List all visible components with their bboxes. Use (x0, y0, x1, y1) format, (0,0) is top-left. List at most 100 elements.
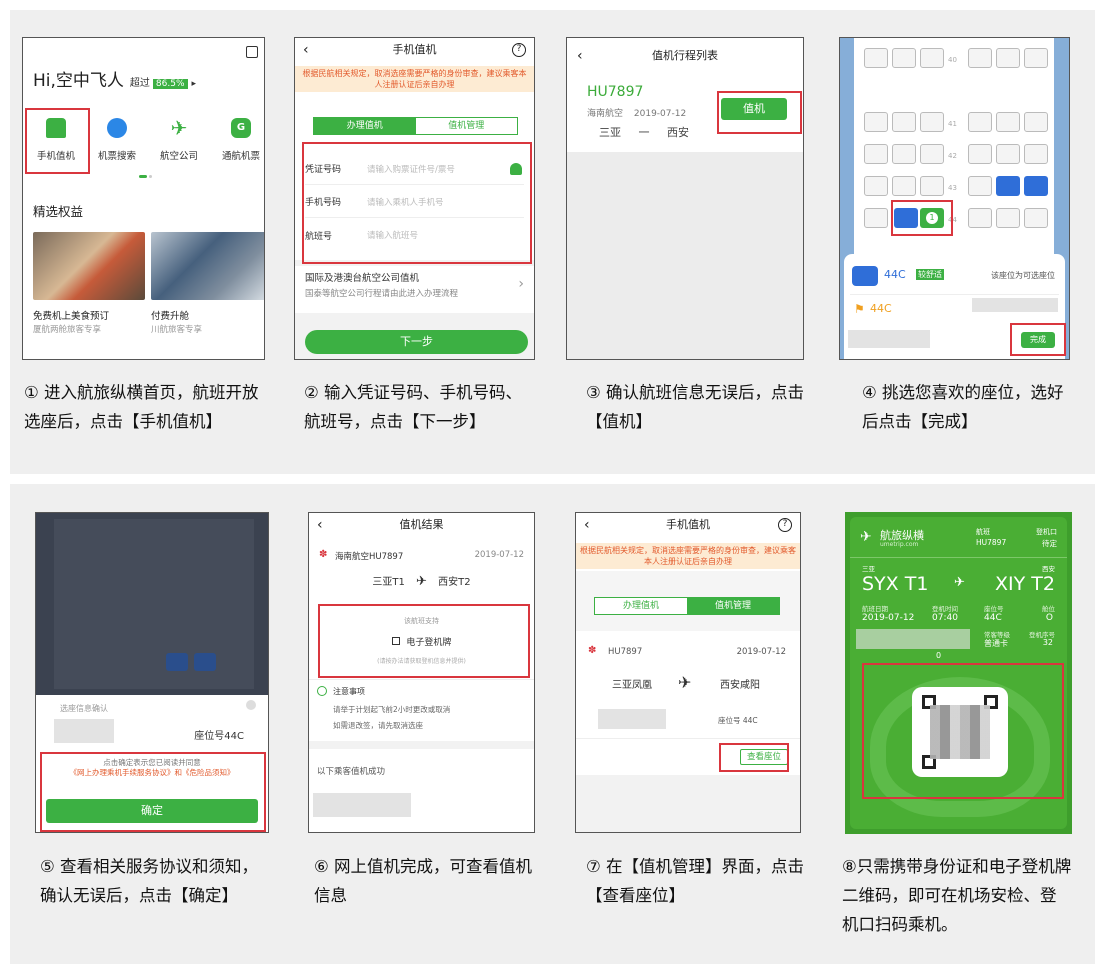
tab-manage[interactable]: 值机管理 (415, 118, 517, 134)
step5-caption: ⑤ 查看相关服务协议和须知，确认无误后，点击【确定】 (40, 857, 259, 905)
search-icon (107, 118, 127, 138)
divider (309, 741, 534, 749)
scan-icon[interactable] (246, 46, 258, 58)
seat[interactable] (864, 208, 888, 228)
next-button[interactable]: 下一步 (305, 330, 528, 354)
g-icon: G (231, 118, 251, 138)
back-icon[interactable]: ‹ (317, 513, 323, 537)
seat[interactable] (892, 48, 916, 68)
notice-title: 注意事项 (333, 687, 365, 696)
seat-value: 44C (984, 613, 1002, 623)
seat[interactable] (920, 48, 944, 68)
highlight-box (717, 91, 802, 134)
tab-checkin[interactable]: 办理值机 (595, 598, 687, 614)
notice-line: 请举于计划起飞前2小时更改或取消 (333, 705, 451, 714)
back-icon[interactable]: ‹ (303, 38, 309, 62)
brand-logo-icon: ✈ (860, 529, 872, 545)
boarding-time-label: 登机时间 (932, 605, 958, 613)
highlight-box (891, 200, 953, 236)
gate-label: 登机口 (1036, 528, 1057, 536)
card-food[interactable]: 免费机上美食预订 厦航两舱旅客专享 (33, 232, 145, 335)
seat[interactable] (968, 176, 992, 196)
seat[interactable] (892, 176, 916, 196)
boarding-time-value: 07:40 (932, 613, 958, 623)
passenger-icon: ⚑ (854, 302, 865, 316)
intl-checkin-row[interactable]: 国际及港澳台航空公司值机 国泰等航空公司行程请由此进入办理流程 › (305, 270, 524, 304)
seat-available[interactable] (1024, 176, 1048, 196)
seat[interactable] (968, 208, 992, 228)
seat[interactable] (1024, 144, 1048, 164)
brand-sub: umetrip.com (880, 541, 919, 548)
to-city: 西安 (667, 126, 689, 139)
seat[interactable] (968, 48, 992, 68)
airline-logo-icon: ✽ (588, 645, 597, 656)
icon-general-aviation[interactable]: G 通航机票 (213, 118, 264, 162)
to-city: 西安 (1042, 565, 1055, 573)
icon-flight-search[interactable]: 机票搜索 (89, 118, 145, 162)
seat[interactable] (968, 112, 992, 132)
seat[interactable] (1024, 48, 1048, 68)
help-icon[interactable]: ? (778, 518, 792, 532)
from-city: 三亚 (862, 565, 875, 573)
food-image (33, 232, 145, 300)
seat-code: 44C (884, 268, 906, 281)
seat[interactable] (864, 48, 888, 68)
seat[interactable] (1024, 208, 1048, 228)
seat[interactable] (1024, 112, 1048, 132)
seat[interactable] (996, 208, 1020, 228)
seat[interactable] (996, 144, 1020, 164)
seat[interactable] (892, 144, 916, 164)
card-title: 免费机上美食预订 (33, 311, 110, 322)
step3-screen: ‹ 值机行程列表 HU7897 海南航空 2019-07-12 三亚 一 西安 … (566, 37, 804, 360)
date-value: 2019-07-12 (862, 613, 915, 623)
back-icon[interactable]: ‹ (577, 38, 583, 74)
back-icon[interactable]: ‹ (584, 513, 590, 537)
plane-icon: ✈ (678, 673, 692, 692)
highlight-box (40, 752, 266, 832)
step4-caption: ④ 挑选您喜欢的座位，选好后点击【完成】 (862, 383, 1064, 431)
gate-value: 待定 (1042, 539, 1057, 548)
seat[interactable] (920, 176, 944, 196)
flight-date: 2019-07-12 (736, 647, 786, 657)
date-label: 航班日期 (862, 605, 888, 613)
beat-label: 超过 (129, 78, 150, 89)
icon-airlines[interactable]: ✈ 航空公司 (151, 118, 207, 162)
divider (850, 294, 1059, 295)
flight-label: 航班 (976, 528, 990, 536)
bottom-gray (576, 775, 800, 832)
highlight-box (318, 604, 530, 678)
tab-checkin[interactable]: 办理值机 (314, 118, 416, 134)
seat[interactable] (920, 112, 944, 132)
card-upgrade[interactable]: 付费升舱 川航旅客专享 (151, 232, 264, 335)
seat[interactable] (864, 112, 888, 132)
seat[interactable] (864, 144, 888, 164)
seat[interactable] (864, 176, 888, 196)
passenger-name-blur (972, 298, 1058, 312)
seat-available[interactable] (996, 176, 1020, 196)
from-airport: 三亚凤凰 (612, 680, 652, 691)
close-icon[interactable] (246, 700, 256, 710)
seat[interactable] (968, 144, 992, 164)
chevron-right-icon: › (518, 276, 524, 292)
plane-icon: ✈ (954, 575, 965, 590)
seat[interactable] (892, 112, 916, 132)
row-number: 41 (948, 120, 957, 128)
dim-seatmap (54, 519, 254, 689)
empty-area (567, 152, 803, 359)
passenger-seat: 44C (870, 302, 892, 315)
passenger-blur (598, 709, 666, 729)
step8-caption: ⑧只需携带身份证和电子登机牌二维码，即可在机场安检、登机口扫码乘机。 (842, 857, 1072, 934)
icon-label: 机票搜索 (97, 151, 136, 162)
from-terminal: 三亚T1 (372, 577, 405, 588)
help-icon[interactable]: ? (512, 43, 526, 57)
seat[interactable] (920, 144, 944, 164)
name-blur (856, 629, 970, 649)
arrow-right-icon[interactable]: ▸ (192, 79, 197, 89)
seat[interactable] (996, 112, 1020, 132)
dialog-title: 选座信息确认 (60, 704, 108, 713)
tab-manage[interactable]: 值机管理 (687, 598, 779, 614)
header: ‹ 值机结果 (309, 513, 534, 537)
seat[interactable] (996, 48, 1020, 68)
plane-icon: ✈ (416, 574, 427, 589)
passenger-blur (313, 793, 411, 817)
